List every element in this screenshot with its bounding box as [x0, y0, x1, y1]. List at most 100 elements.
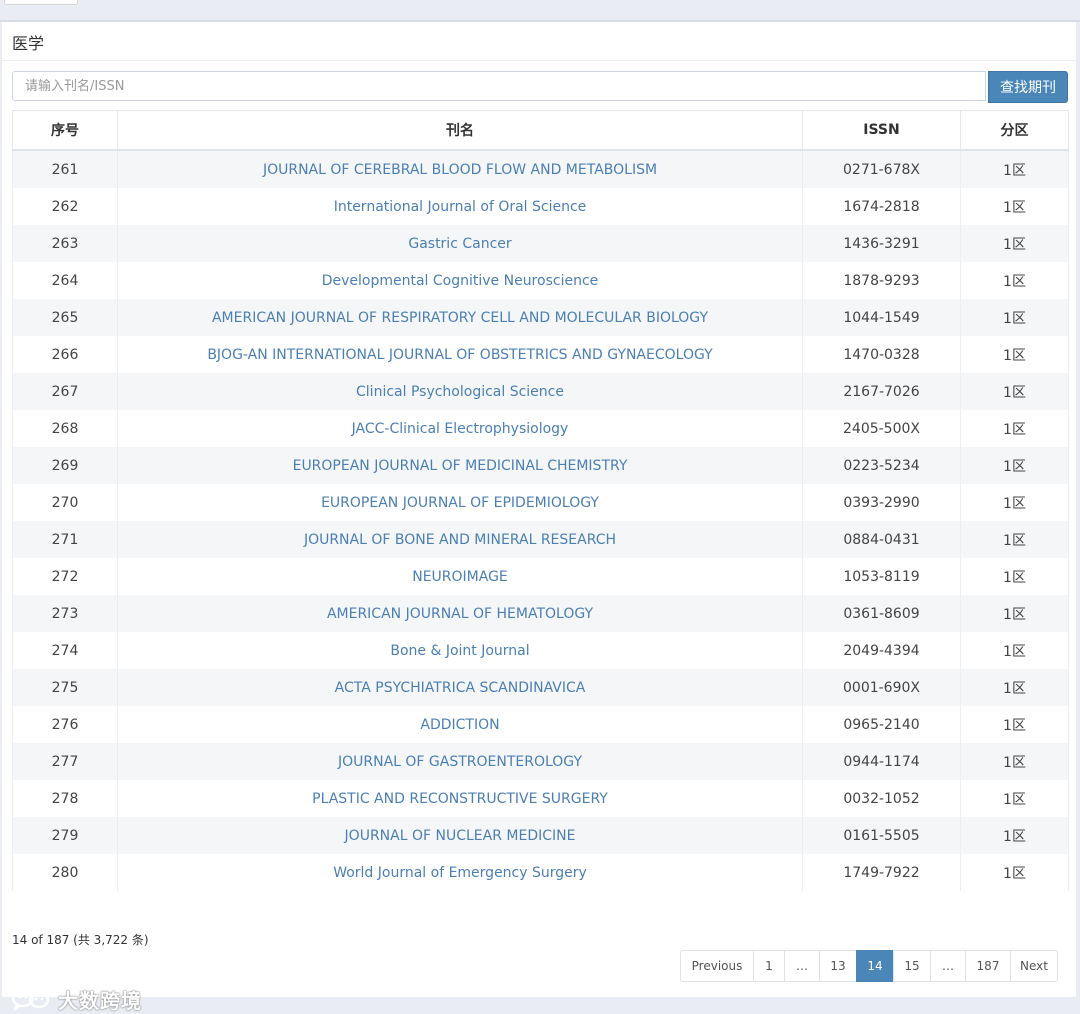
search-journal-button[interactable]: 查找期刊 [988, 71, 1068, 103]
cell-seq: 278 [12, 780, 118, 817]
cell-seq: 272 [12, 558, 118, 595]
cell-journal-name: JOURNAL OF GASTROENTEROLOGY [117, 743, 803, 780]
cell-journal-name: International Journal of Oral Science [117, 188, 803, 225]
cell-seq: 267 [12, 373, 118, 410]
column-header-seq[interactable]: 序号 [12, 110, 118, 151]
cell-journal-name: BJOG-AN INTERNATIONAL JOURNAL OF OBSTETR… [117, 336, 803, 373]
journal-link[interactable]: ACTA PSYCHIATRICA SCANDINAVICA [335, 680, 586, 696]
cell-journal-name: Bone & Joint Journal [117, 632, 803, 669]
cell-seq: 270 [12, 484, 118, 521]
search-input[interactable] [12, 71, 986, 101]
watermark: 大数跨境 [10, 985, 142, 1013]
journal-link[interactable]: EUROPEAN JOURNAL OF EPIDEMIOLOGY [321, 495, 599, 511]
cell-issn: 2167-7026 [802, 373, 961, 410]
cell-journal-name: JACC-Clinical Electrophysiology [117, 410, 803, 447]
cell-rank: 1区 [960, 410, 1069, 447]
panel-title: 医学 [12, 34, 45, 53]
cell-seq: 269 [12, 447, 118, 484]
cell-seq: 263 [12, 225, 118, 262]
table-row: 261 JOURNAL OF CEREBRAL BLOOD FLOW AND ME… [12, 150, 1069, 188]
cell-journal-name: EUROPEAN JOURNAL OF EPIDEMIOLOGY [117, 484, 803, 521]
table-row: 273 AMERICAN JOURNAL OF HEMATOLOGY 0361-86… [12, 595, 1069, 632]
next-page-button[interactable]: Next [1010, 950, 1058, 982]
cell-journal-name: Clinical Psychological Science [117, 373, 803, 410]
journal-link[interactable]: JOURNAL OF BONE AND MINERAL RESEARCH [304, 532, 616, 548]
cell-seq: 279 [12, 817, 118, 854]
cell-seq: 280 [12, 854, 118, 891]
top-bar [0, 0, 1080, 22]
page-ellipsis: … [930, 950, 966, 982]
journal-link[interactable]: NEUROIMAGE [412, 569, 508, 585]
cell-rank: 1区 [960, 262, 1069, 299]
journal-link[interactable]: Bone & Joint Journal [390, 643, 529, 659]
page-button[interactable]: 13 [819, 950, 857, 982]
cell-journal-name: ADDICTION [117, 706, 803, 743]
page-button[interactable]: 1 [753, 950, 785, 982]
table-row: 271 JOURNAL OF BONE AND MINERAL RESEARCH 0… [12, 521, 1069, 558]
cell-issn: 0361-8609 [802, 595, 961, 632]
cell-seq: 262 [12, 188, 118, 225]
journal-table: 序号 刊名 ISSN 分区 261 JOURNAL OF CEREBRAL BLO… [12, 110, 1069, 891]
table-row: 277 JOURNAL OF GASTROENTEROLOGY 0944-1174 1… [12, 743, 1069, 780]
column-header-issn[interactable]: ISSN [802, 110, 961, 151]
cell-rank: 1区 [960, 854, 1069, 891]
cell-seq: 265 [12, 299, 118, 336]
journal-link[interactable]: JACC-Clinical Electrophysiology [352, 421, 569, 437]
cell-rank: 1区 [960, 558, 1069, 595]
journal-link[interactable]: EUROPEAN JOURNAL OF MEDICINAL CHEMISTRY [293, 458, 628, 474]
journal-link[interactable]: International Journal of Oral Science [334, 199, 587, 215]
cell-rank: 1区 [960, 521, 1069, 558]
search-bar: 查找期刊 [12, 71, 1068, 103]
journal-panel: 医学 查找期刊 序号 刊名 ISSN 分区 261 JOURNAL OF CERE… [2, 22, 1076, 1013]
cell-seq: 276 [12, 706, 118, 743]
table-row: 263 Gastric Cancer 1436-3291 1区 [12, 225, 1069, 262]
journal-link[interactable]: JOURNAL OF GASTROENTEROLOGY [338, 754, 582, 770]
journal-link[interactable]: World Journal of Emergency Surgery [333, 865, 587, 881]
previous-page-button[interactable]: Previous [680, 950, 754, 982]
cell-seq: 261 [12, 150, 118, 188]
journal-link[interactable]: ADDICTION [420, 717, 499, 733]
page-ellipsis: … [784, 950, 820, 982]
cell-issn: 1436-3291 [802, 225, 961, 262]
journal-link[interactable]: JOURNAL OF CEREBRAL BLOOD FLOW AND METAB… [263, 162, 657, 178]
column-header-name[interactable]: 刊名 [117, 110, 803, 151]
cell-issn: 1053-8119 [802, 558, 961, 595]
cell-seq: 274 [12, 632, 118, 669]
cell-issn: 0393-2990 [802, 484, 961, 521]
journal-link[interactable]: BJOG-AN INTERNATIONAL JOURNAL OF OBSTETR… [207, 347, 712, 363]
cell-rank: 1区 [960, 225, 1069, 262]
cell-rank: 1区 [960, 632, 1069, 669]
journal-link[interactable]: Clinical Psychological Science [356, 384, 564, 400]
page-button[interactable]: 15 [893, 950, 931, 982]
table-row: 267 Clinical Psychological Science 2167-70… [12, 373, 1069, 410]
cell-rank: 1区 [960, 188, 1069, 225]
top-tab[interactable] [4, 0, 78, 5]
journal-link[interactable]: Developmental Cognitive Neuroscience [322, 273, 599, 289]
journal-link[interactable]: Gastric Cancer [408, 236, 511, 252]
cell-journal-name: JOURNAL OF NUCLEAR MEDICINE [117, 817, 803, 854]
cell-journal-name: Gastric Cancer [117, 225, 803, 262]
cell-rank: 1区 [960, 484, 1069, 521]
column-header-rank[interactable]: 分区 [960, 110, 1069, 151]
cell-journal-name: ACTA PSYCHIATRICA SCANDINAVICA [117, 669, 803, 706]
page-button[interactable]: 187 [965, 950, 1011, 982]
table-row: 266 BJOG-AN INTERNATIONAL JOURNAL OF OBST… [12, 336, 1069, 373]
journal-link[interactable]: AMERICAN JOURNAL OF HEMATOLOGY [327, 606, 593, 622]
cell-issn: 0965-2140 [802, 706, 961, 743]
journal-link[interactable]: JOURNAL OF NUCLEAR MEDICINE [345, 828, 576, 844]
cell-seq: 266 [12, 336, 118, 373]
current-page-button[interactable]: 14 [856, 950, 894, 982]
cell-rank: 1区 [960, 447, 1069, 484]
cell-seq: 268 [12, 410, 118, 447]
table-row: 279 JOURNAL OF NUCLEAR MEDICINE 0161-5505 1… [12, 817, 1069, 854]
cell-journal-name: World Journal of Emergency Surgery [117, 854, 803, 891]
table-body: 261 JOURNAL OF CEREBRAL BLOOD FLOW AND ME… [12, 150, 1069, 891]
journal-link[interactable]: AMERICAN JOURNAL OF RESPIRATORY CELL AND… [212, 310, 708, 326]
table-header-row: 序号 刊名 ISSN 分区 [12, 110, 1069, 151]
cell-journal-name: AMERICAN JOURNAL OF HEMATOLOGY [117, 595, 803, 632]
table-row: 274 Bone & Joint Journal 2049-4394 1区 [12, 632, 1069, 669]
panel-heading: 医学 [2, 22, 1076, 61]
journal-link[interactable]: PLASTIC AND RECONSTRUCTIVE SURGERY [312, 791, 608, 807]
cell-seq: 277 [12, 743, 118, 780]
cell-journal-name: Developmental Cognitive Neuroscience [117, 262, 803, 299]
